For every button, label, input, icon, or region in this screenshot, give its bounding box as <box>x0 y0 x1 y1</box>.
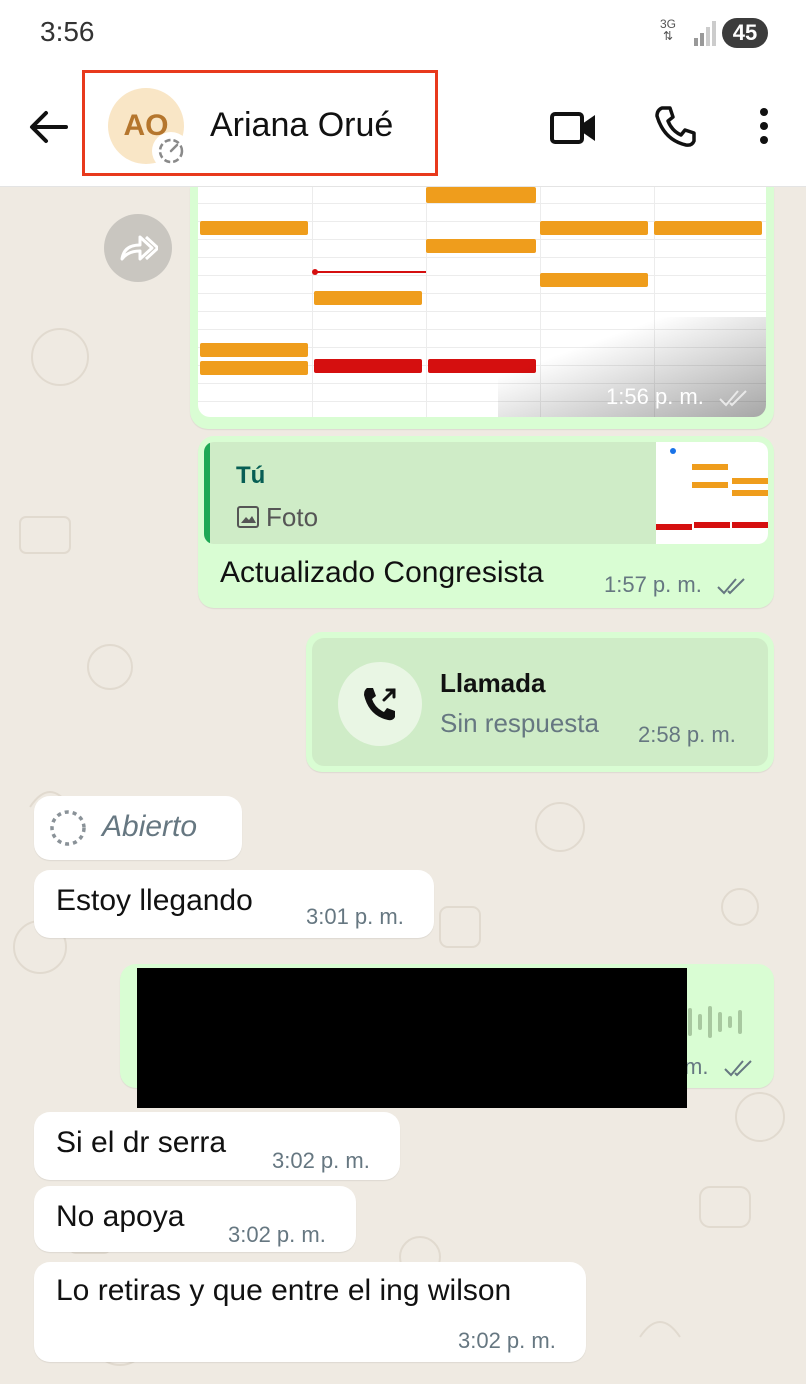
double-check-icon <box>719 390 747 407</box>
quote-thumbnail <box>656 442 768 544</box>
message-text: Lo retiras y que entre el ing wilson <box>56 1274 512 1307</box>
call-message[interactable]: Llamada Sin respuesta 2:58 p. m. <box>306 632 774 772</box>
status-bar: 3:56 3G ⇅ 45 <box>0 0 806 66</box>
message-text: Si el dr serra <box>56 1126 227 1159</box>
double-check-icon <box>717 578 745 595</box>
message-time: 3:02 p. m. <box>272 1148 370 1173</box>
signal-icon <box>694 21 716 46</box>
quoted-message[interactable]: Tú Foto <box>204 442 768 544</box>
battery-indicator: 45 <box>722 18 768 48</box>
message-time: 3:01 p. m. <box>306 904 404 929</box>
phone-icon[interactable] <box>654 104 696 148</box>
message-time: 2:58 p. m. <box>638 722 736 747</box>
incoming-message[interactable]: Estoy llegando 3:01 p. m. <box>34 870 434 938</box>
status-ring-icon <box>152 132 190 170</box>
message-time: 3:02 p. m. <box>458 1328 556 1353</box>
message-text: Estoy llegando <box>56 884 253 917</box>
forward-icon <box>120 235 158 261</box>
view-once-icon <box>50 810 86 846</box>
quote-author: Tú <box>236 462 266 489</box>
message-text: Actualizado Congresista <box>220 556 544 589</box>
opened-label: Abierto <box>102 810 198 843</box>
incoming-message[interactable]: Lo retiras y que entre el ing wilson 3:0… <box>34 1262 586 1362</box>
calendar-screenshot[interactable] <box>198 187 766 417</box>
incoming-message[interactable]: Si el dr serra 3:02 p. m. <box>34 1112 400 1180</box>
incoming-message[interactable]: No apoya 3:02 p. m. <box>34 1186 356 1252</box>
double-check-icon <box>723 1060 752 1077</box>
message-time: 3:02 p. m. <box>228 1222 326 1247</box>
quote-type: Foto <box>236 502 318 533</box>
call-status: Sin respuesta <box>440 708 599 738</box>
image-icon <box>237 506 259 528</box>
message-text: No apoya <box>56 1200 185 1233</box>
video-call-icon[interactable] <box>550 108 598 148</box>
back-arrow-icon[interactable] <box>28 106 70 148</box>
message-time: 1:57 p. m. <box>604 572 748 598</box>
redaction-box <box>137 968 687 1108</box>
more-vert-icon[interactable] <box>756 106 772 146</box>
call-title: Llamada <box>440 668 546 698</box>
network-type: 3G ⇅ <box>660 17 677 43</box>
view-once-message[interactable]: Abierto <box>34 796 242 860</box>
clock: 3:56 <box>40 16 95 47</box>
reply-message[interactable]: Tú Foto Actualizado Congresista 1:57 p. … <box>198 436 774 608</box>
missed-call-icon <box>338 662 422 746</box>
contact-name[interactable]: Ariana Orué <box>210 106 393 145</box>
waveform-icon <box>688 1006 742 1038</box>
message-time: 1:56 p. m. <box>606 384 750 410</box>
message-time: m. <box>684 1054 755 1080</box>
quote-accent-bar <box>204 442 210 544</box>
call-card[interactable]: Llamada Sin respuesta 2:58 p. m. <box>312 638 768 766</box>
forward-button[interactable] <box>104 214 172 282</box>
image-message[interactable]: 1:56 p. m. <box>190 187 774 429</box>
